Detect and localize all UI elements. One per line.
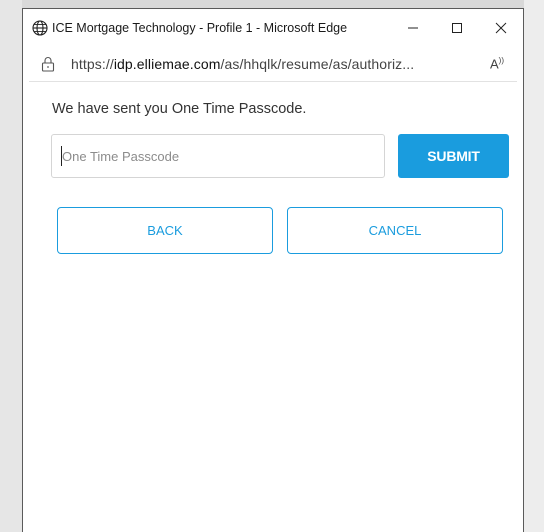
address-bar[interactable]: https://idp.elliemae.com/as/hhqlk/resume… xyxy=(29,47,517,82)
close-icon xyxy=(495,22,507,34)
minimize-icon xyxy=(407,22,419,34)
url-text[interactable]: https://idp.elliemae.com/as/hhqlk/resume… xyxy=(71,56,485,72)
submit-button[interactable]: SUBMIT xyxy=(398,134,509,178)
browser-popup-window: ICE Mortgage Technology - Profile 1 - Mi… xyxy=(22,8,524,532)
back-button[interactable]: BACK xyxy=(57,207,273,254)
cancel-button[interactable]: CANCEL xyxy=(287,207,503,254)
read-aloud-icon[interactable]: A)) xyxy=(485,56,509,71)
close-button[interactable] xyxy=(479,9,523,47)
background-page-right xyxy=(524,0,544,532)
maximize-button[interactable] xyxy=(435,9,479,47)
background-page-top xyxy=(22,0,524,8)
maximize-icon xyxy=(451,22,463,34)
window-title: ICE Mortgage Technology - Profile 1 - Mi… xyxy=(52,21,348,35)
globe-icon xyxy=(32,20,48,36)
background-page-left xyxy=(0,0,22,532)
otp-input[interactable] xyxy=(51,134,385,178)
otp-message: We have sent you One Time Passcode. xyxy=(52,101,307,117)
text-caret xyxy=(61,146,62,166)
title-bar[interactable]: ICE Mortgage Technology - Profile 1 - Mi… xyxy=(23,9,523,47)
minimize-button[interactable] xyxy=(391,9,435,47)
lock-icon[interactable] xyxy=(41,56,57,72)
